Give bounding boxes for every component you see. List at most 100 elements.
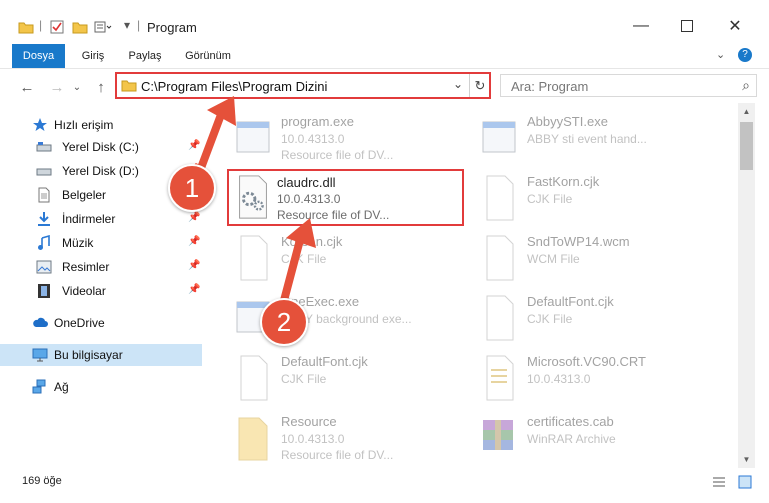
chevron-down-icon: ⌄ xyxy=(72,81,82,93)
file-description: Resource file of DV... xyxy=(281,448,394,462)
drive-icon xyxy=(36,142,52,152)
sidebar-item-downloads[interactable]: İndirmeler 📌 xyxy=(0,208,202,230)
separator: | xyxy=(39,18,43,32)
file-tile[interactable]: AbbyySTI.exe ABBY sti event hand... xyxy=(479,110,719,166)
file-type: WCM File xyxy=(527,252,580,266)
sidebar-item-network[interactable]: Ağ xyxy=(0,376,202,398)
file-tile[interactable]: Resource 10.0.4313.0 Resource file of DV… xyxy=(233,410,473,466)
dll-file-icon xyxy=(239,175,267,219)
file-name: program.exe xyxy=(281,114,354,129)
item-count: 169 öğe xyxy=(22,475,62,487)
tab-home[interactable]: Giriş xyxy=(73,44,113,68)
minimize-icon: — xyxy=(633,17,649,34)
file-name: FastKorn.cjk xyxy=(527,174,600,189)
manifest-file-icon xyxy=(486,355,514,401)
help-icon[interactable]: ? xyxy=(738,48,752,62)
file-tile[interactable]: certificates.cab WinRAR Archive xyxy=(479,410,719,466)
pin-icon: 📌 xyxy=(188,212,201,223)
file-type: CJK File xyxy=(281,372,327,386)
sidebar-item-label: Müzik xyxy=(62,236,94,250)
scroll-up-button[interactable]: ▲ xyxy=(738,103,755,120)
file-tile[interactable]: DefaultFont.cjk CJK File xyxy=(479,290,719,346)
sidebar-item-this-pc[interactable]: Bu bilgisayar xyxy=(0,344,202,366)
refresh-button[interactable]: ↻ xyxy=(469,74,490,97)
highlighted-file-tile[interactable]: claudrc.dll 10.0.4313.0 Resource file of… xyxy=(227,169,464,226)
file-list: program.exe 10.0.4313.0 Resource file of… xyxy=(203,102,738,467)
pin-icon: 📌 xyxy=(188,140,201,151)
file-description: Resource file of DV... xyxy=(281,148,394,162)
sidebar-item-pictures[interactable]: Resimler 📌 xyxy=(0,256,202,278)
title-bar: | ▾ | Program — ✕ xyxy=(0,0,769,42)
minimize-button[interactable]: — xyxy=(618,12,664,40)
sidebar-item-label: Resimler xyxy=(62,260,110,274)
sidebar-item-onedrive[interactable]: OneDrive xyxy=(0,312,202,334)
file-version: 10.0.4313.0 xyxy=(281,432,345,446)
resource-file-icon xyxy=(238,417,268,461)
close-icon: ✕ xyxy=(728,18,742,35)
tab-file[interactable]: Dosya xyxy=(12,44,65,68)
file-tile[interactable]: DefaultFont.cjk CJK File xyxy=(233,350,473,406)
file-version: 10.0.4313.0 xyxy=(277,192,341,206)
file-type: CJK File xyxy=(527,192,573,206)
pin-icon: 📌 xyxy=(188,284,201,295)
sidebar-item-label: İndirmeler xyxy=(62,212,116,226)
address-history-icon[interactable]: ⌄ xyxy=(453,77,463,91)
tab-share[interactable]: Paylaş xyxy=(124,44,166,68)
up-button[interactable]: ↑ xyxy=(90,76,112,98)
star-icon xyxy=(33,118,47,131)
file-tile[interactable]: SndToWP14.wcm WCM File xyxy=(479,230,719,286)
step-badge-2: 2 xyxy=(260,298,308,346)
file-type: CJK File xyxy=(281,252,327,266)
properties-icon[interactable] xyxy=(50,20,64,34)
details-view-icon[interactable] xyxy=(712,475,726,489)
file-tile[interactable]: program.exe 10.0.4313.0 Resource file of… xyxy=(233,110,473,166)
scroll-down-button[interactable]: ▼ xyxy=(738,451,755,468)
cjk-file-icon xyxy=(240,235,268,281)
sidebar-item-label: Hızlı erişim xyxy=(54,118,114,132)
tab-view[interactable]: Görünüm xyxy=(180,44,236,68)
arrow-left-icon: ← xyxy=(19,78,35,96)
file-type: CJK File xyxy=(527,312,573,326)
file-version: 10.0.4313.0 xyxy=(281,132,345,146)
file-tile[interactable]: Korean.cjk CJK File xyxy=(233,230,473,286)
cjk-file-icon xyxy=(240,355,268,401)
back-button[interactable]: ← xyxy=(16,76,38,98)
winrar-archive-icon xyxy=(483,420,513,450)
exe-file-icon xyxy=(236,121,270,153)
step-badge-1: 1 xyxy=(168,164,216,212)
folder-icon xyxy=(121,80,137,92)
file-tile[interactable]: FastKorn.cjk CJK File xyxy=(479,170,719,226)
file-tile[interactable]: Microsoft.VC90.CRT 10.0.4313.0 xyxy=(479,350,719,406)
pictures-icon xyxy=(36,260,52,274)
vertical-scrollbar[interactable]: ▲ ▼ xyxy=(738,103,755,468)
sidebar-item-music[interactable]: Müzik 📌 xyxy=(0,232,202,254)
customize-toolbar-icon[interactable]: ▾ xyxy=(124,18,130,32)
recent-locations-button[interactable]: ⌄ xyxy=(66,76,88,98)
folder-icon xyxy=(18,22,34,34)
search-box[interactable]: Ara: Program ⌕ xyxy=(500,74,757,97)
sidebar-item-label: Yerel Disk (C:) xyxy=(62,140,139,154)
file-name: Resource xyxy=(281,414,337,429)
sidebar-item-label: Videolar xyxy=(62,284,106,298)
sidebar-item-local-disk-c[interactable]: Yerel Disk (C:) 📌 xyxy=(0,136,202,158)
search-placeholder: Ara: Program xyxy=(511,79,589,94)
expand-ribbon-icon[interactable]: ⌄ xyxy=(716,48,725,61)
forward-button[interactable]: → xyxy=(46,76,68,98)
sidebar-item-label: Belgeler xyxy=(62,188,107,202)
large-icons-view-icon[interactable] xyxy=(738,475,752,489)
sidebar-item-quick-access[interactable]: Hızlı erişim xyxy=(0,114,202,136)
sidebar-item-videos[interactable]: Videolar 📌 xyxy=(0,280,202,302)
scroll-thumb[interactable] xyxy=(740,122,753,170)
close-button[interactable]: ✕ xyxy=(712,12,758,40)
new-folder-icon[interactable] xyxy=(72,20,88,34)
file-name: DefaultFont.cjk xyxy=(527,294,614,309)
file-name: Korean.cjk xyxy=(281,234,343,249)
maximize-button[interactable] xyxy=(664,12,710,40)
download-icon xyxy=(38,212,50,226)
network-icon xyxy=(32,379,46,394)
address-bar[interactable]: C:\Program Files\Program Dizini ⌄ ↻ xyxy=(115,72,491,99)
arrow-right-icon: → xyxy=(49,78,65,96)
quick-access-menu-icon[interactable] xyxy=(94,20,112,34)
file-type: ABBY sti event hand... xyxy=(527,132,647,146)
file-name: certificates.cab xyxy=(527,414,614,429)
